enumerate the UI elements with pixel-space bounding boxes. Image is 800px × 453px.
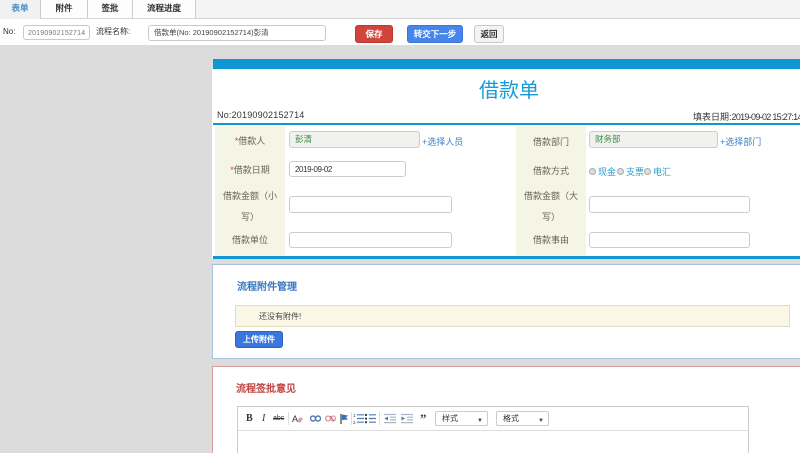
svg-text:2: 2 [353,420,356,424]
svg-text:A: A [292,414,298,424]
svg-text:1: 1 [353,413,356,418]
